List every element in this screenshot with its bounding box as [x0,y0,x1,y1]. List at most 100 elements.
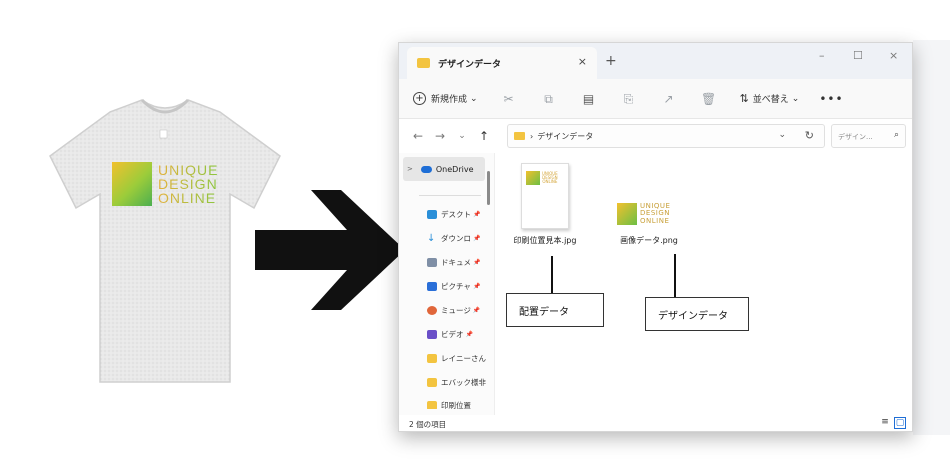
file-name: 画像データ.png [620,236,678,245]
cut-icon[interactable]: ✂ [500,90,518,108]
thumbnail-logo: UNIQUE DESIGN ONLINE [526,170,564,186]
sidebar-item-documents[interactable]: ドキュメ 📌 [427,257,480,268]
file-name: 印刷位置見本.jpg [513,236,577,245]
up-button[interactable]: ↑ [473,129,495,143]
illustration-stage: UNIQUE DESIGN ONLINE デザインデータ × + – ☐ × + [0,0,950,470]
tab-design-data[interactable]: デザインデータ × [407,47,597,79]
sidebar-item-onedrive[interactable]: > OneDrive [403,157,485,181]
breadcrumb-separator: › [530,131,534,141]
sidebar-item-music[interactable]: ミュージ 📌 [427,305,480,316]
logo-mark-icon [526,171,540,185]
shirt-print-logo: UNIQUE DESIGN ONLINE [112,162,218,206]
title-bar: デザインデータ × + – ☐ × [399,43,912,79]
picture-icon [427,282,437,291]
callout-leader-line [674,254,676,298]
sidebar-item-label: デスクト [441,210,471,219]
thumbnail-wordmark: UNIQUE DESIGN ONLINE [542,172,558,184]
logo-wordmark: UNIQUE DESIGN ONLINE [158,163,218,205]
close-window-button[interactable]: × [889,49,898,62]
cloud-icon [420,165,432,173]
folder-icon [427,378,437,387]
sidebar-item-desktop[interactable]: デスクト 📌 [427,209,480,220]
pin-icon: 📌 [472,307,481,314]
details-view-icon[interactable]: ≡ [879,417,891,429]
sidebar-item-label: 印刷位置 [441,401,471,409]
folder-icon [417,58,430,68]
expand-chevron-icon[interactable]: > [407,165,413,173]
pin-icon: 📌 [473,235,481,242]
view-toggle: ≡ ▢ [879,417,906,429]
video-icon [427,330,437,339]
pin-icon: 📌 [472,283,481,290]
back-button[interactable]: ← [407,129,429,143]
sidebar-item-label: ビデオ [441,330,464,339]
sidebar-item-folder[interactable]: エバック様非 [427,377,486,388]
breadcrumb-current[interactable]: デザインデータ [537,131,593,142]
file-item-design-png[interactable]: UNIQUE DESIGN ONLINE 画像データ.png [609,199,689,246]
file-list-area: UNIQUE DESIGN ONLINE 印刷位置見本.jpg UNIQUE D… [495,153,912,415]
search-input[interactable]: デザイン... ⌕ [831,124,906,148]
callout-design-data: デザインデータ [645,297,749,331]
forward-button[interactable]: → [429,129,451,143]
minimize-button[interactable]: – [819,49,825,62]
sidebar-item-label: レイニーさん [441,354,486,363]
rename-icon[interactable]: ⎘ [620,90,638,108]
callout-layout-data: 配置データ [506,293,604,327]
logo-mark-icon [112,162,152,206]
sidebar-item-label: ミュージ [441,306,471,315]
search-placeholder: デザイン... [838,133,873,141]
maximize-button[interactable]: ☐ [853,49,863,62]
pin-icon: 📌 [473,259,481,266]
sidebar-item-label: OneDrive [435,164,474,174]
new-button-label: 新規作成 [431,95,468,105]
tab-title: デザインデータ [438,59,502,70]
sidebar-item-videos[interactable]: ビデオ 📌 [427,329,473,340]
address-bar[interactable]: › デザインデータ ⌄ ↻ [507,124,825,148]
logo-mark-icon [617,203,637,225]
sidebar-item-downloads[interactable]: ↓ ダウンロ 📌 [427,233,480,244]
sort-arrows-icon: ⇅ [739,92,749,105]
logo-line: DESIGN [158,176,218,192]
download-icon: ↓ [427,233,436,244]
search-icon: ⌕ [893,130,899,140]
status-bar: 2 個の項目 ≡ ▢ [399,415,912,431]
address-dropdown-icon[interactable]: ⌄ [778,130,786,140]
delete-icon[interactable]: 🗑 [700,90,718,108]
paste-icon[interactable]: ▤ [580,90,598,108]
sidebar-item-label: ダウンロ [441,234,471,243]
pin-icon: 📌 [465,331,473,338]
recent-locations-button[interactable]: ⌄ [451,131,473,141]
new-tab-button[interactable]: + [605,53,617,69]
logo-line: ONLINE [158,190,217,206]
callout-label: デザインデータ [658,310,728,322]
folder-icon [514,132,525,140]
sidebar-scrollbar[interactable] [487,171,490,205]
copy-icon[interactable]: ⧉ [540,90,558,108]
address-row: ← → ⌄ ↑ › デザインデータ ⌄ ↻ デザイン... ⌕ [399,119,912,153]
sort-button-label: 並べ替え [752,95,789,105]
desktop-icon [427,210,437,219]
folder-icon [427,401,437,409]
sidebar-item-label: ドキュメ [441,258,471,267]
sidebar-item-folder[interactable]: レイニーさん [427,353,486,364]
document-icon [427,258,437,267]
tiles-view-icon[interactable]: ▢ [894,417,906,429]
tab-close-icon[interactable]: × [578,55,587,68]
more-options-button[interactable]: ••• [819,92,843,106]
sidebar-item-label: ピクチャ [441,282,471,291]
logo-line: ONLINE [542,179,558,184]
sidebar-item-pictures[interactable]: ピクチャ 📌 [427,281,480,292]
new-button[interactable]: + 新規作成 ⌄ [413,92,478,105]
sort-button[interactable]: ⇅ 並べ替え ⌄ [740,92,800,105]
file-item-layout-jpg[interactable]: UNIQUE DESIGN ONLINE 印刷位置見本.jpg [513,163,577,246]
command-bar: + 新規作成 ⌄ ✂ ⧉ ▤ ⎘ ↗ 🗑 ⇅ 並べ替え ⌄ ••• [399,79,912,119]
refresh-icon[interactable]: ↻ [805,129,814,142]
callout-label: 配置データ [519,306,569,318]
logo-line: ONLINE [640,216,670,225]
sidebar-item-label: エバック様非 [441,378,486,387]
sidebar-item-folder[interactable]: 印刷位置 [427,401,471,409]
desktop-background-strip [913,40,950,435]
share-icon[interactable]: ↗ [660,90,678,108]
right-arrow-icon [255,190,405,310]
png-thumbnail: UNIQUE DESIGN ONLINE [617,199,681,229]
